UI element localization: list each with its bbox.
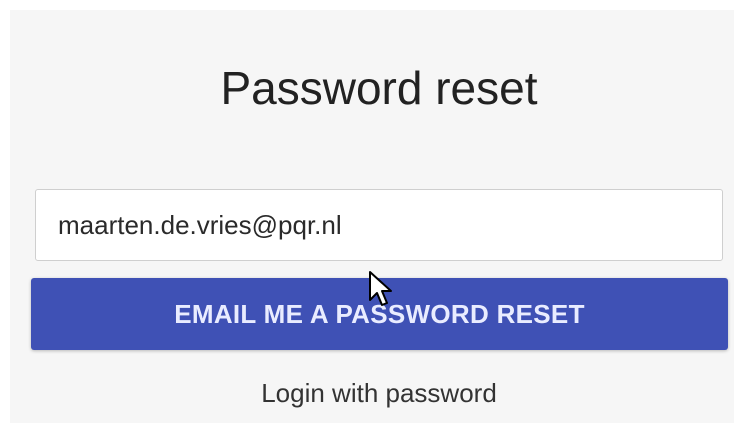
email-field[interactable] <box>35 189 723 261</box>
page-title: Password reset <box>220 62 538 114</box>
email-password-reset-button[interactable]: EMAIL ME A PASSWORD RESET <box>31 278 728 350</box>
login-with-password-link[interactable]: Login with password <box>0 378 734 409</box>
